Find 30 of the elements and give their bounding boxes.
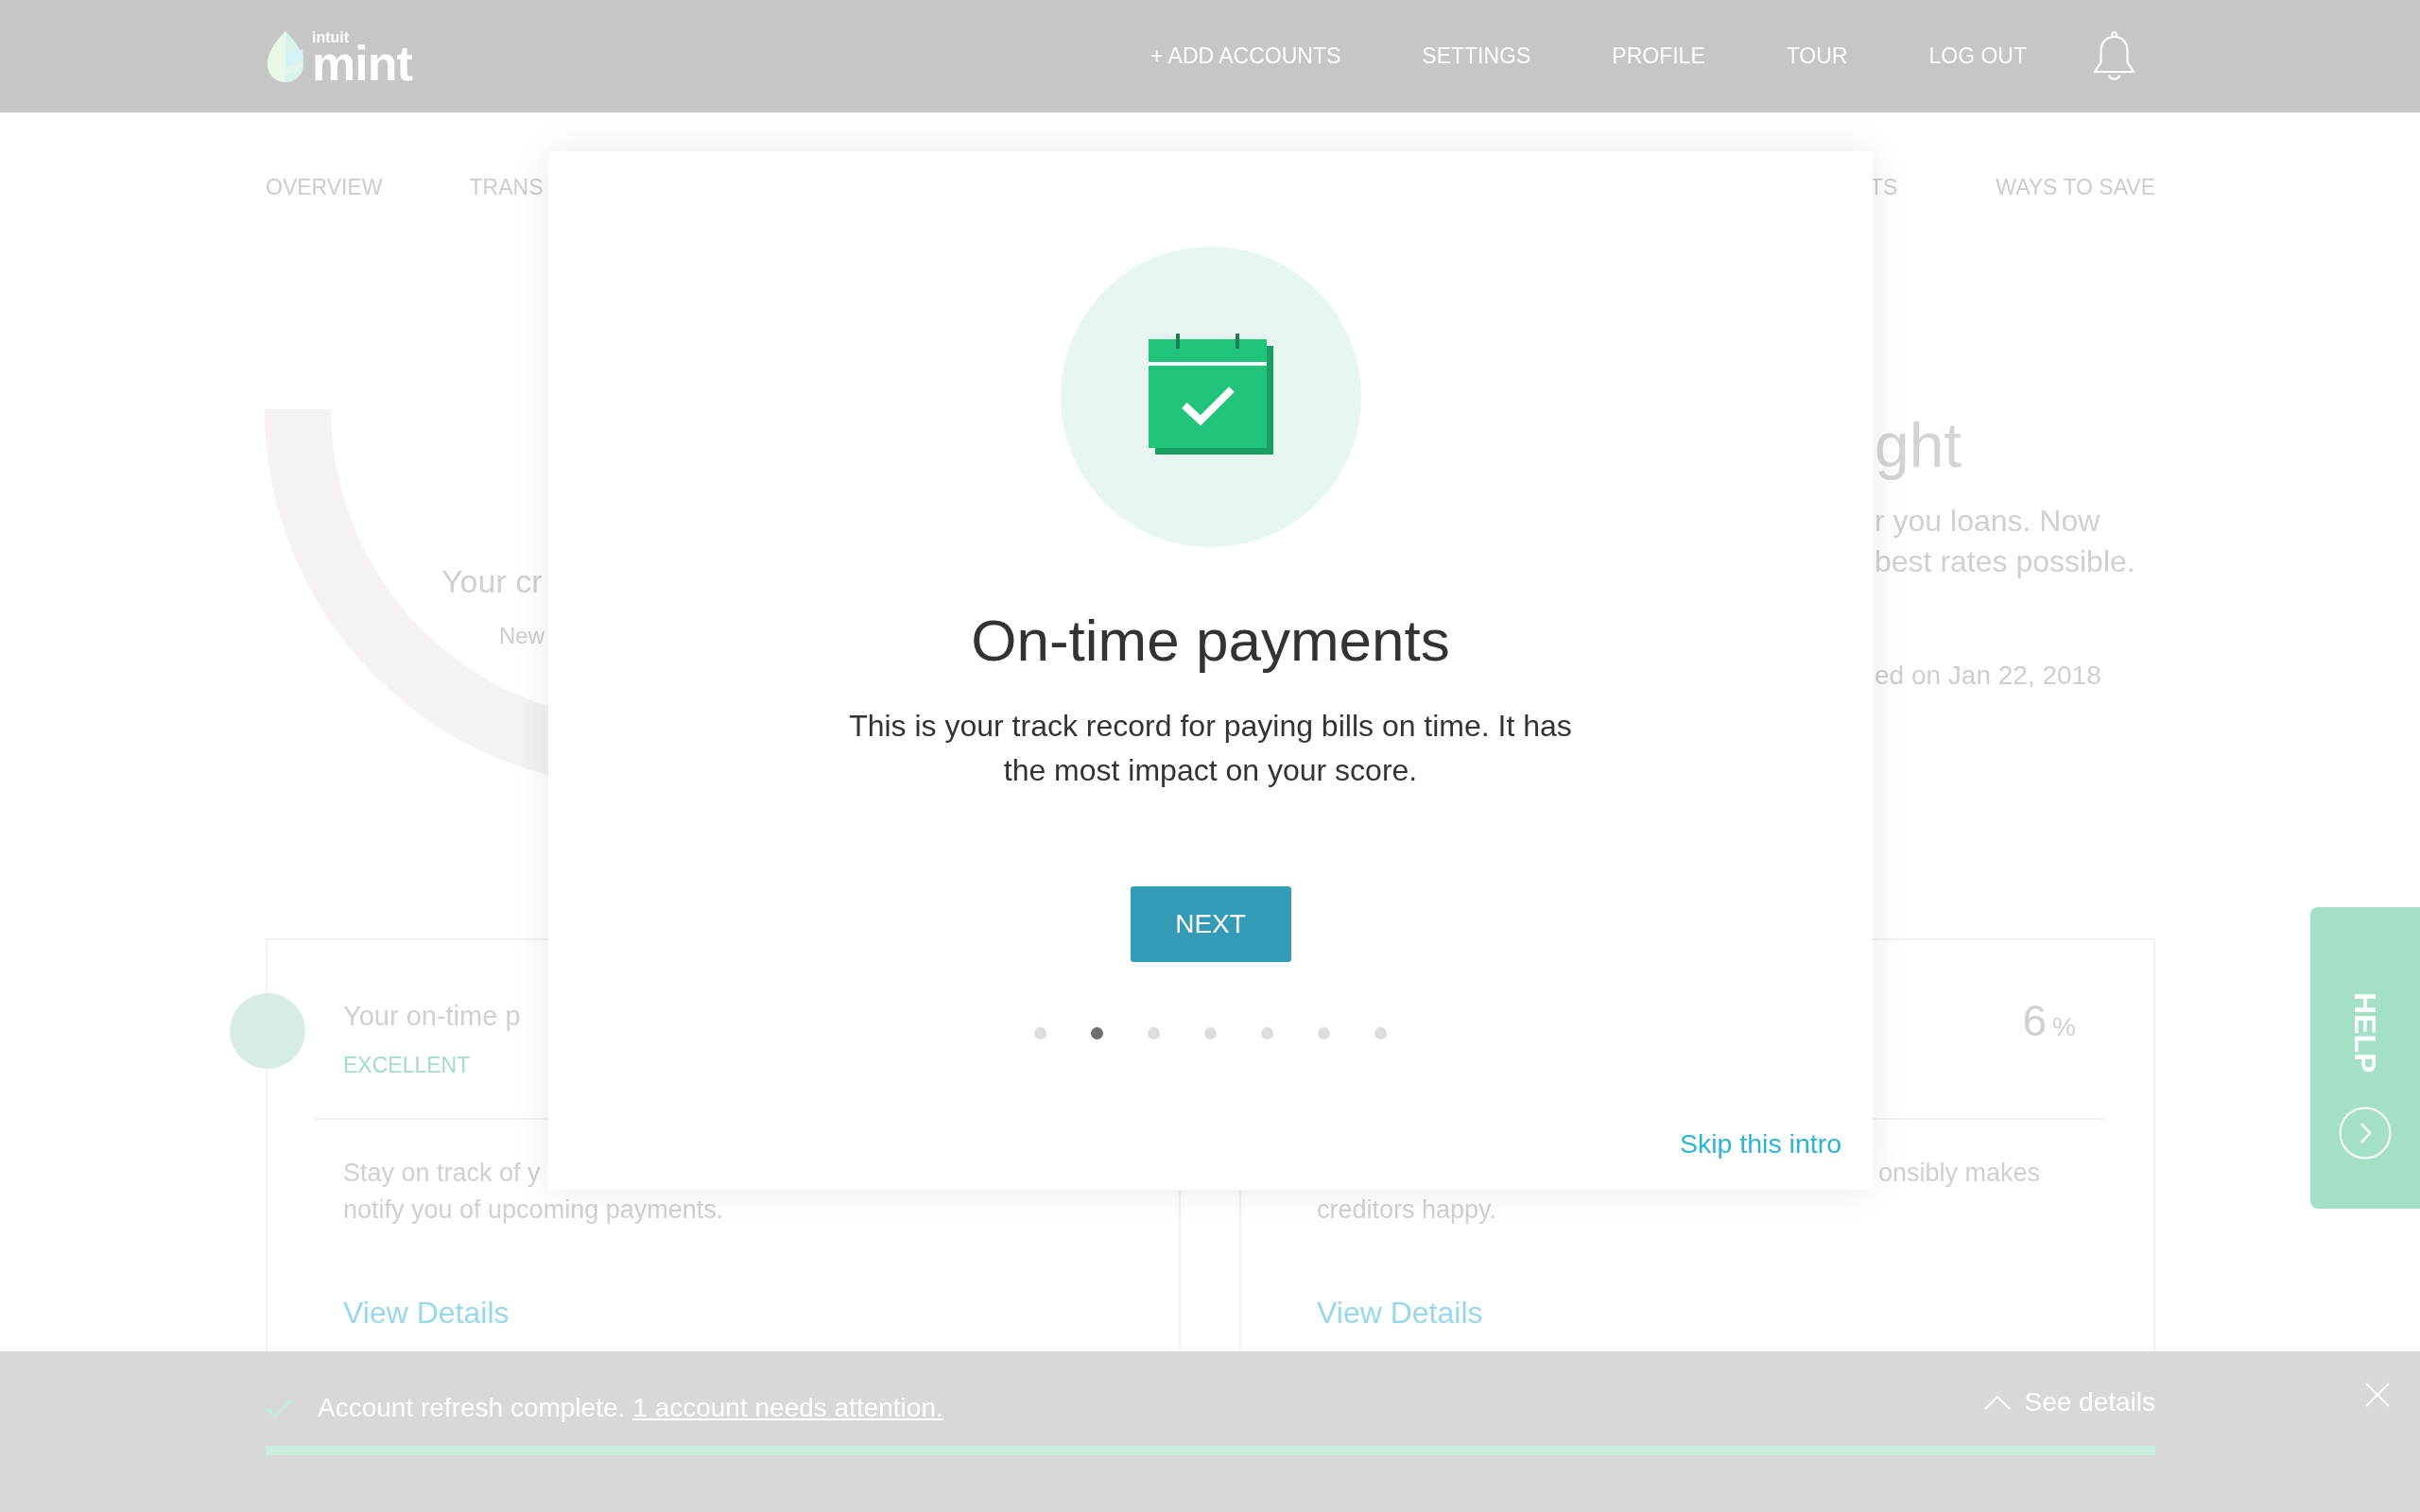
pager-dot-icon[interactable] — [1204, 1027, 1217, 1040]
caret-up-icon — [1984, 1395, 2012, 1410]
pager-dot-icon[interactable] — [1034, 1027, 1046, 1040]
nav-link[interactable]: TOUR — [1786, 43, 1848, 69]
pager-dot-icon[interactable] — [1148, 1027, 1160, 1040]
percent-unit: % — [2052, 1011, 2076, 1043]
help-tab[interactable]: HELP — [2310, 907, 2420, 1209]
nav-link[interactable]: + ADD ACCOUNTS — [1150, 43, 1341, 69]
check-icon — [266, 1399, 293, 1418]
nav-link[interactable]: PROFILE — [1612, 43, 1705, 69]
skip-intro-link[interactable]: Skip this intro — [1679, 1126, 1841, 1160]
view-details-link[interactable]: View Details — [1317, 1294, 1483, 1332]
rating-label: EXCELLENT — [343, 1052, 471, 1078]
chevron-circle-icon[interactable] — [2339, 1107, 2392, 1160]
logo-text: mint — [312, 44, 412, 82]
pager-dot-icon[interactable] — [1318, 1027, 1330, 1040]
logo-small-text: intuit — [312, 30, 350, 44]
pager-dot-icon[interactable] — [1374, 1027, 1387, 1040]
leaf-logo-icon — [266, 29, 305, 83]
dialog-title: On-time payments — [971, 608, 1450, 674]
next-button[interactable]: NEXT — [1130, 886, 1291, 962]
close-icon[interactable] — [2365, 1383, 2390, 1407]
dialog-text: This is your track record for paying bills on time. It has the most impact on your score. — [848, 708, 1573, 789]
pager-dot-icon[interactable] — [1261, 1027, 1273, 1040]
notifications-bell-icon[interactable] — [2092, 30, 2136, 82]
nav-link[interactable]: SETTINGS — [1422, 43, 1531, 69]
pager-dot-icon[interactable] — [1091, 1027, 1103, 1040]
view-details-link[interactable]: View Details — [343, 1294, 510, 1332]
nav-link[interactable]: LOG OUT — [1928, 43, 2027, 69]
calendar-check-icon — [1060, 247, 1361, 547]
